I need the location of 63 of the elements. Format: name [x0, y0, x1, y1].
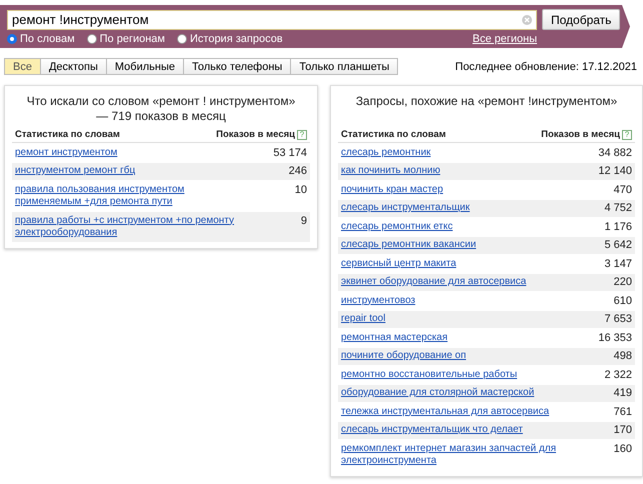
query-link[interactable]: эквинет оборудование для автосервиса	[341, 276, 526, 288]
count-cell: 16 353	[598, 332, 632, 344]
count-cell: 4 752	[604, 202, 632, 214]
count-cell: 170	[614, 424, 632, 436]
radio-label: По регионам	[100, 33, 165, 45]
query-link[interactable]: repair tool	[341, 313, 386, 326]
query-link[interactable]: инструментом ремонт гбц	[15, 165, 136, 178]
count-cell: 12 140	[598, 165, 632, 178]
count-cell: 1 176	[604, 220, 632, 233]
count-cell: 10	[294, 184, 307, 196]
query-link[interactable]: как починить молнию	[341, 165, 440, 178]
radio-label: По словам	[20, 33, 75, 45]
count-cell: 610	[614, 294, 632, 307]
count-cell: 3 147	[604, 258, 632, 270]
count-cell: 53 174	[273, 146, 307, 159]
device-tab[interactable]: Десктопы	[40, 58, 107, 75]
count-cell: 7 653	[604, 313, 632, 326]
count-cell: 498	[614, 350, 632, 362]
query-link[interactable]: сервисный центр макита	[341, 258, 456, 270]
query-link[interactable]: оборудование для столярной мастерской	[341, 387, 534, 400]
card-title: Что искали со словом «ремонт ! инструментом» — 719 показов в месяц	[26, 94, 296, 124]
query-link[interactable]: правила работы +с инструментом +по ремонту электрооборудования	[15, 214, 247, 240]
column-header: Показов в месяц	[216, 129, 295, 140]
query-link[interactable]: слесарь ремонтник еткс	[341, 220, 453, 233]
query-link[interactable]: почините оборудование оп	[341, 350, 466, 362]
column-header: Статистика по словам	[341, 129, 446, 140]
device-tab[interactable]: Только планшеты	[290, 58, 398, 75]
query-link[interactable]: правила пользования инструментом применяемым +для ремонта пути	[15, 184, 247, 208]
query-link[interactable]: слесарь ремонтник вакансии	[341, 239, 476, 252]
query-link[interactable]: инструментовоз	[341, 294, 416, 307]
query-link[interactable]: слесарь инструментальщик что делает	[341, 424, 523, 436]
device-tab[interactable]: Только телефоны	[182, 58, 292, 75]
last-update: Последнее обновление: 17.12.2021	[455, 60, 637, 72]
count-cell: 5 642	[604, 239, 632, 252]
count-cell: 2 322	[604, 368, 632, 381]
search-field[interactable]: ремонт !инструментом	[7, 10, 537, 30]
count-cell: 246	[288, 165, 307, 178]
device-tab[interactable]: Все	[4, 58, 41, 75]
query-link[interactable]: ремонтно восстановительные работы	[341, 368, 518, 381]
query-link[interactable]: слесарь ремонтник	[341, 146, 431, 159]
device-tab[interactable]: Мобильные	[106, 58, 184, 75]
count-cell: 761	[614, 406, 632, 418]
radio-button[interactable]	[86, 34, 97, 44]
radio-button[interactable]	[7, 34, 17, 44]
query-link[interactable]: ремонтная мастерская	[341, 332, 448, 344]
query-link[interactable]: ремонт инструментом	[15, 146, 118, 159]
count-cell: 419	[614, 387, 632, 400]
count-cell: 470	[614, 184, 632, 196]
count-cell: 9	[300, 214, 307, 227]
query-link[interactable]: слесарь инструментальщик	[341, 202, 470, 214]
count-cell: 160	[614, 442, 632, 455]
regions-link[interactable]: Все регионы	[472, 33, 537, 45]
count-cell: 220	[614, 276, 632, 288]
card-title: Запросы, похожие на «ремонт !инструментом»	[354, 94, 618, 110]
radio-label: История запросов	[190, 33, 283, 45]
column-header: Статистика по словам	[15, 129, 120, 140]
query-link[interactable]: ремкомплект интернет магазин запчастей для электроинструмента	[341, 442, 573, 468]
pick-button[interactable]: Подобрать	[542, 9, 620, 30]
radio-button[interactable]	[177, 34, 187, 44]
query-link[interactable]: починить кран мастер	[341, 184, 444, 196]
column-header: Показов в месяц	[541, 129, 620, 140]
query-link[interactable]: тележка инструментальная для автосервиса	[341, 406, 550, 418]
count-cell: 34 882	[598, 146, 632, 159]
